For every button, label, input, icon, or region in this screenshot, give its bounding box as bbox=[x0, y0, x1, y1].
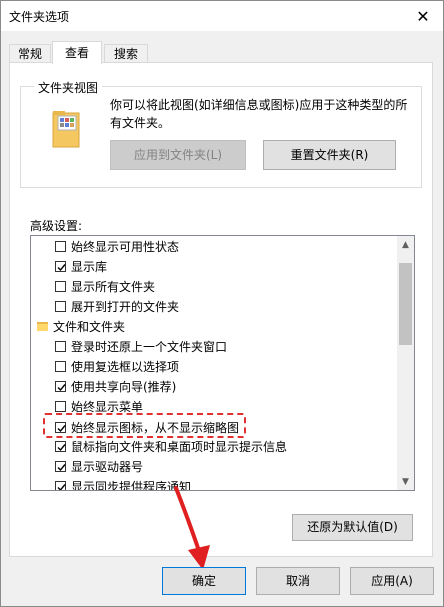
checkmark-icon bbox=[57, 425, 66, 433]
checkbox[interactable] bbox=[55, 461, 66, 472]
checkbox[interactable] bbox=[55, 381, 66, 392]
checkbox[interactable] bbox=[55, 401, 66, 412]
restore-defaults-button[interactable]: 还原为默认值(D) bbox=[292, 514, 413, 541]
reset-folders-button[interactable]: 重置文件夹(R) bbox=[263, 140, 396, 170]
tab-view[interactable]: 查看 bbox=[52, 41, 102, 64]
advanced-settings-label: 高级设置: bbox=[30, 219, 83, 233]
ok-button[interactable]: 确定 bbox=[162, 567, 246, 595]
checkmark-icon bbox=[57, 264, 66, 272]
checkbox[interactable] bbox=[55, 241, 66, 252]
apply-button[interactable]: 应用(A) bbox=[350, 567, 434, 595]
tab-general[interactable]: 常规 bbox=[9, 44, 51, 63]
checkbox[interactable] bbox=[55, 261, 66, 272]
folder-views-description: 你可以将此视图(如详细信息或图标)应用于这种类型的所有文件夹。 bbox=[110, 98, 408, 130]
checkbox[interactable] bbox=[55, 281, 66, 292]
checkmark-icon bbox=[57, 484, 66, 490]
window-title: 文件夹选项 bbox=[9, 10, 70, 24]
checkbox[interactable] bbox=[55, 441, 66, 452]
checkbox[interactable] bbox=[55, 301, 66, 312]
scroll-down-arrow-icon[interactable]: ▼ bbox=[397, 473, 414, 490]
checkbox[interactable] bbox=[55, 481, 66, 490]
scroll-up-arrow-icon[interactable]: ▲ bbox=[397, 236, 414, 253]
checkbox[interactable] bbox=[55, 341, 66, 352]
tab-search[interactable]: 搜索 bbox=[104, 44, 148, 63]
checkmark-icon bbox=[57, 384, 66, 392]
cancel-button[interactable]: 取消 bbox=[256, 567, 340, 595]
checkmark-icon bbox=[57, 464, 66, 472]
checkbox[interactable] bbox=[55, 422, 66, 433]
vertical-scrollbar[interactable]: ▲ ▼ bbox=[397, 236, 414, 490]
advanced-settings-list[interactable]: 始终显示可用性状态 显示库 显示所有文件夹 展开到打开的文件夹 文件和文件夹 登… bbox=[30, 235, 415, 491]
checkmark-icon bbox=[57, 444, 66, 452]
title-bar: 文件夹选项 ✕ bbox=[1, 1, 443, 31]
folder-views-label: 文件夹视图 bbox=[34, 79, 103, 96]
folder-icon bbox=[37, 322, 48, 331]
close-button[interactable]: ✕ bbox=[403, 1, 443, 31]
folder-view-icon bbox=[52, 111, 80, 148]
scroll-thumb[interactable] bbox=[399, 263, 412, 345]
checkbox[interactable] bbox=[55, 361, 66, 372]
apply-to-folders-button[interactable]: 应用到文件夹(L) bbox=[110, 140, 246, 170]
